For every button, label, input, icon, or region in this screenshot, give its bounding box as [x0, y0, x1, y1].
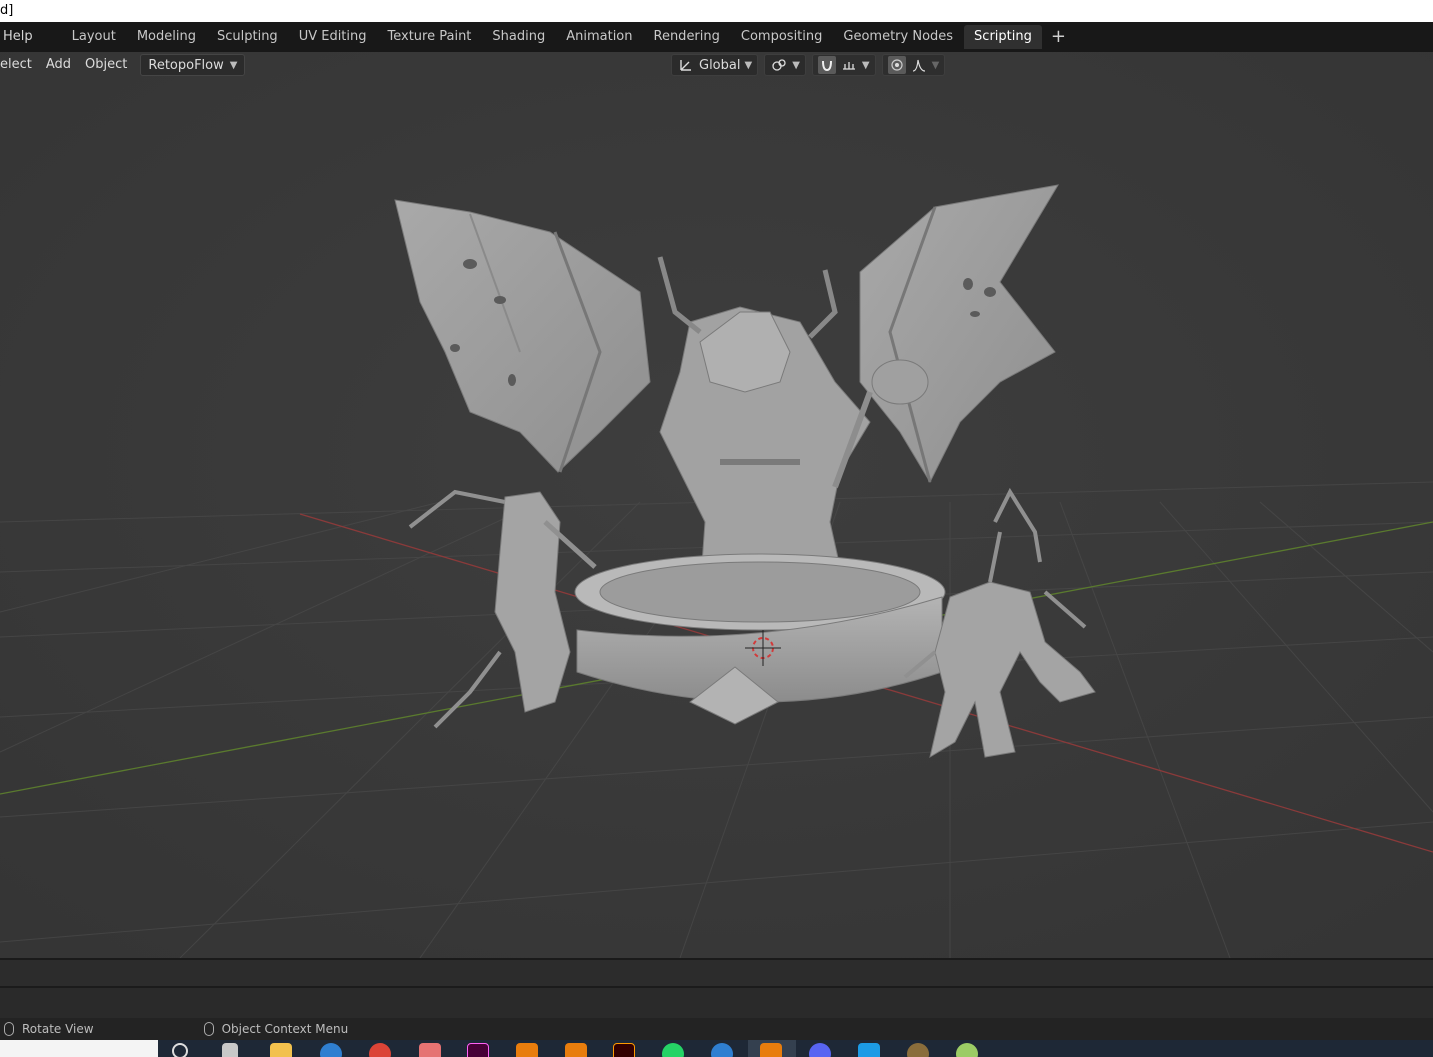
- window-title: d]: [0, 0, 1433, 22]
- tab-rendering[interactable]: Rendering: [644, 25, 730, 49]
- discord-icon[interactable]: [809, 1043, 831, 1057]
- chevron-down-icon: ▼: [861, 59, 870, 71]
- pivot-point-dropdown[interactable]: ▼: [764, 54, 806, 76]
- tab-uv-editing[interactable]: UV Editing: [289, 25, 377, 49]
- app-icon[interactable]: [320, 1043, 342, 1057]
- orientation-label: Global: [699, 57, 741, 73]
- falloff-curve-icon[interactable]: [910, 56, 928, 74]
- tab-scripting[interactable]: Scripting: [964, 25, 1042, 49]
- add-workspace-button[interactable]: +: [1043, 25, 1074, 49]
- timeline-area[interactable]: [0, 958, 1433, 1018]
- retopoflow-label: RetopoFlow: [148, 57, 224, 73]
- magnet-icon[interactable]: [817, 56, 836, 74]
- add-menu[interactable]: Add: [39, 54, 78, 76]
- workspace-tabs: Layout Modeling Sculpting UV Editing Tex…: [62, 22, 1074, 52]
- timeline-body: [0, 990, 1433, 1018]
- retopoflow-dropdown[interactable]: RetopoFlow ▼: [140, 54, 246, 76]
- context-menu-hint: Object Context Menu: [203, 1022, 349, 1036]
- tab-sculpting[interactable]: Sculpting: [207, 25, 288, 49]
- object-menu[interactable]: Object: [78, 54, 134, 76]
- tab-geometry-nodes[interactable]: Geometry Nodes: [833, 25, 963, 49]
- top-bar: Help Layout Modeling Sculpting UV Editin…: [0, 22, 1433, 52]
- transform-tools: Global ▼ ▼ ▼ ▼: [671, 54, 946, 76]
- chevron-down-icon: ▼: [229, 59, 238, 71]
- snap-group[interactable]: ▼: [811, 54, 876, 76]
- viewport-scene: [0, 52, 1433, 958]
- tab-compositing[interactable]: Compositing: [731, 25, 833, 49]
- task-view-icon[interactable]: [222, 1043, 238, 1057]
- app-icon[interactable]: [858, 1043, 880, 1057]
- chevron-down-icon: ▼: [744, 59, 753, 71]
- rotate-view-hint: Rotate View: [4, 1022, 94, 1036]
- whatsapp-icon[interactable]: [662, 1043, 684, 1057]
- transform-orientation-dropdown[interactable]: Global ▼: [671, 54, 759, 76]
- tab-texture-paint[interactable]: Texture Paint: [378, 25, 482, 49]
- proportional-editing-icon[interactable]: [887, 56, 906, 74]
- snap-increment-icon[interactable]: [840, 56, 858, 74]
- chevron-down-icon: ▼: [931, 59, 940, 71]
- mouse-middle-icon: [4, 1022, 14, 1036]
- os-taskbar: [0, 1040, 1433, 1057]
- blender-icon[interactable]: [565, 1043, 587, 1057]
- tab-modeling[interactable]: Modeling: [127, 25, 206, 49]
- blender-icon[interactable]: [760, 1043, 782, 1057]
- 3d-viewport[interactable]: elect Add Object RetopoFlow ▼ Global ▼ ▼: [0, 52, 1433, 958]
- taskbar-widget[interactable]: [0, 1040, 158, 1057]
- file-explorer-icon[interactable]: [270, 1043, 292, 1057]
- blender-icon[interactable]: [516, 1043, 538, 1057]
- tab-layout[interactable]: Layout: [62, 25, 126, 49]
- app-icon[interactable]: [711, 1043, 733, 1057]
- help-menu[interactable]: Help: [0, 22, 36, 52]
- chrome-icon[interactable]: [369, 1043, 391, 1057]
- xd-icon[interactable]: [467, 1043, 489, 1057]
- chevron-down-icon: ▼: [792, 59, 800, 71]
- timeline-header: [0, 960, 1433, 988]
- rotate-view-label: Rotate View: [22, 1022, 94, 1036]
- app-icon[interactable]: [956, 1043, 978, 1057]
- illustrator-icon[interactable]: [613, 1043, 635, 1057]
- app-icon[interactable]: [419, 1043, 441, 1057]
- app-icon[interactable]: [907, 1043, 929, 1057]
- proportional-editing-group[interactable]: ▼: [881, 54, 946, 76]
- tab-shading[interactable]: Shading: [482, 25, 555, 49]
- context-menu-label: Object Context Menu: [221, 1022, 349, 1036]
- select-menu[interactable]: elect: [0, 54, 39, 76]
- pivot-icon: [770, 56, 788, 74]
- tab-animation[interactable]: Animation: [556, 25, 642, 49]
- mouse-right-icon: [203, 1022, 214, 1036]
- status-bar: Rotate View Object Context Menu: [0, 1018, 1433, 1040]
- search-icon[interactable]: [172, 1043, 188, 1057]
- orientation-icon: [677, 56, 695, 74]
